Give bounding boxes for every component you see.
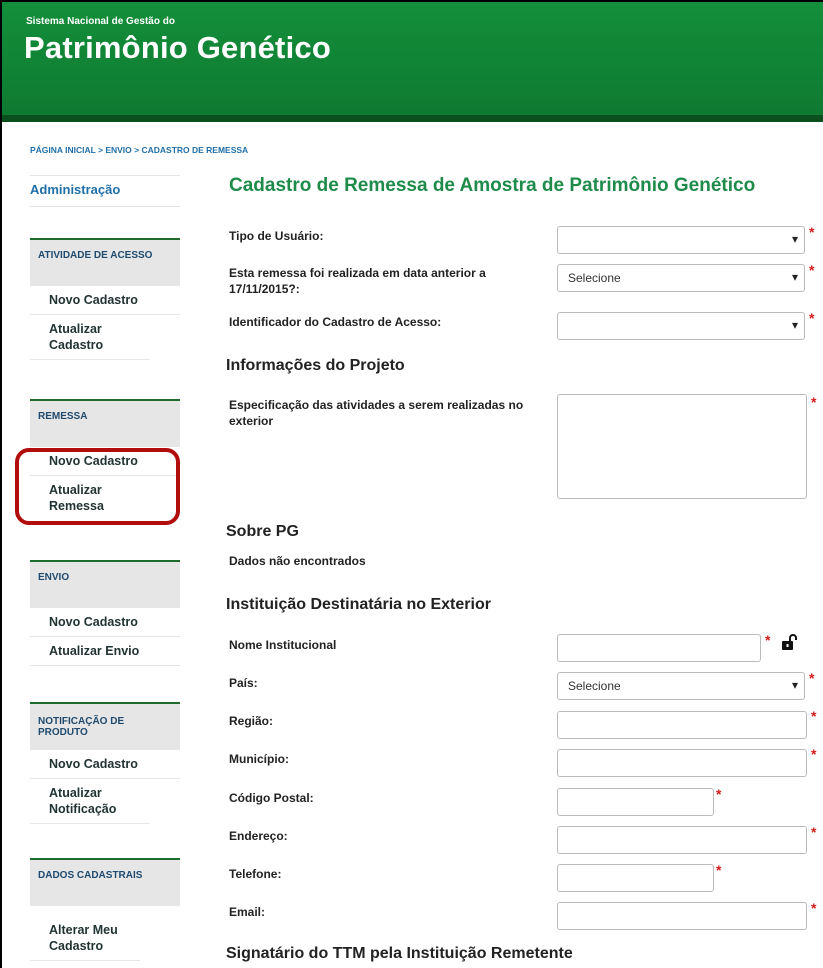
sidebar-item-novo-cadastro[interactable]: Novo Cadastro: [30, 608, 180, 637]
input-municipio[interactable]: [557, 749, 807, 777]
textarea-especificacao[interactable]: [557, 394, 807, 499]
sidebar-group-title: ENVIO: [30, 560, 180, 608]
label-identificador: Identificador do Cadastro de Acesso:: [229, 315, 442, 329]
required-mark: *: [809, 670, 815, 686]
sidebar: Administração ATIVIDADE DE ACESSO Novo C…: [30, 175, 180, 961]
select-tipo-usuario[interactable]: [557, 226, 805, 254]
sidebar-group-dados-cadastrais: DADOS CADASTRAIS Alterar Meu Cadastro: [30, 858, 180, 961]
label-regiao: Região:: [229, 714, 274, 728]
sidebar-item-alterar-meu-cadastro[interactable]: Alterar Meu Cadastro: [30, 916, 140, 961]
required-mark: *: [811, 824, 817, 840]
required-mark: *: [716, 862, 722, 878]
label-endereco: Endereço:: [229, 829, 288, 843]
sidebar-group-title: REMESSA: [30, 399, 180, 447]
header-subtitle: Sistema Nacional de Gestão do: [26, 16, 175, 27]
label-municipio: Município:: [229, 752, 289, 766]
required-mark: *: [809, 262, 815, 278]
input-email[interactable]: [557, 902, 807, 930]
label-codigo-postal: Código Postal:: [229, 791, 314, 805]
section-informacoes-projeto: Informações do Projeto: [226, 357, 405, 374]
page-title: Cadastro de Remessa de Amostra de Patrim…: [229, 175, 756, 196]
sem-dados-text: Dados não encontrados: [229, 554, 366, 568]
required-mark: *: [809, 310, 815, 326]
sidebar-group-title: ATIVIDADE DE ACESSO: [30, 238, 180, 286]
input-telefone[interactable]: [557, 864, 714, 892]
label-nome-institucional: Nome Institucional: [229, 638, 337, 652]
label-pais: País:: [229, 676, 258, 690]
label-especificacao: Especificação das atividades a serem rea…: [229, 398, 524, 428]
input-regiao[interactable]: [557, 711, 807, 739]
site-header: Sistema Nacional de Gestão do Patrimônio…: [2, 2, 823, 122]
required-mark: *: [765, 632, 771, 648]
sidebar-group-title: NOTIFICAÇÃO DE PRODUTO: [30, 702, 180, 750]
required-mark: *: [716, 786, 722, 802]
section-sobre-pg: Sobre PG: [226, 523, 299, 540]
required-mark: *: [809, 224, 815, 240]
sidebar-group-title: DADOS CADASTRAIS: [30, 858, 180, 906]
highlight-box-remessa: [15, 448, 180, 525]
sidebar-item-atualizar-cadastro[interactable]: Atualizar Cadastro: [30, 315, 150, 360]
unlock-icon[interactable]: [781, 633, 797, 651]
required-mark: *: [811, 900, 817, 916]
sidebar-item-novo-cadastro[interactable]: Novo Cadastro: [30, 286, 180, 315]
sidebar-item-atualizar-envio[interactable]: Atualizar Envio: [30, 637, 180, 666]
input-nome-institucional[interactable]: [557, 634, 761, 662]
select-data-anterior[interactable]: Selecione: [557, 264, 805, 292]
header-title[interactable]: Patrimônio Genético: [24, 30, 331, 66]
select-pais[interactable]: Selecione: [557, 672, 805, 700]
select-identificador[interactable]: [557, 312, 805, 340]
sidebar-item-atualizar-notificacao[interactable]: Atualizar Notificação: [30, 779, 150, 824]
label-data-anterior: Esta remessa foi realizada em data anter…: [229, 266, 486, 296]
section-instituicao: Instituição Destinatária no Exterior: [226, 596, 491, 613]
sidebar-group-atividade-acesso: ATIVIDADE DE ACESSO Novo Cadastro Atuali…: [30, 238, 180, 360]
sidebar-group-envio: ENVIO Novo Cadastro Atualizar Envio: [30, 560, 180, 666]
label-email: Email:: [229, 905, 266, 919]
sidebar-group-notificacao-produto: NOTIFICAÇÃO DE PRODUTO Novo Cadastro Atu…: [30, 702, 180, 824]
breadcrumb[interactable]: PÁGINA INICIAL > ENVIO > CADASTRO DE REM…: [30, 145, 248, 155]
input-codigo-postal[interactable]: [557, 788, 714, 816]
sidebar-link-administracao[interactable]: Administração: [30, 175, 180, 207]
input-endereco[interactable]: [557, 826, 807, 854]
required-mark: *: [811, 394, 817, 410]
label-tipo-usuario: Tipo de Usuário:: [229, 229, 324, 243]
label-telefone: Telefone:: [229, 867, 282, 881]
section-signatario: Signatário do TTM pela Instituição Remet…: [226, 945, 573, 962]
required-mark: *: [811, 746, 817, 762]
sidebar-item-novo-cadastro[interactable]: Novo Cadastro: [30, 750, 180, 779]
required-mark: *: [811, 708, 817, 724]
